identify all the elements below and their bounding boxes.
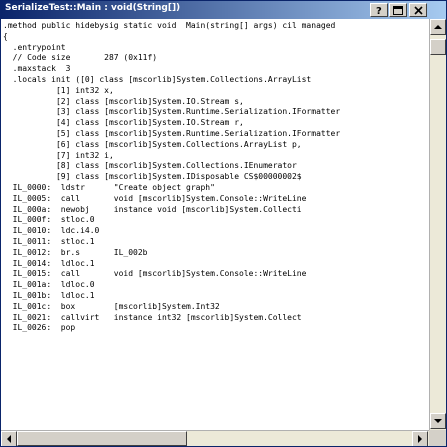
code-line: [3] class [mscorlib]System.Runtime.Seria… <box>3 107 341 117</box>
code-line: IL_001a: ldloc.0 <box>3 280 95 290</box>
code-line: IL_0000: ldstr "Create object graph" <box>3 182 215 192</box>
code-line: .entrypoint <box>3 42 66 52</box>
code-line: .maxstack 3 <box>3 64 71 74</box>
scroll-right-button[interactable] <box>412 431 428 446</box>
arrow-down-icon <box>434 419 442 423</box>
help-icon: ? <box>376 6 382 15</box>
title-bar[interactable]: SerializeTest::Main : void(String[]) ? <box>1 1 446 19</box>
scrollbar-corner <box>429 430 446 446</box>
code-line: [4] class [mscorlib]System.IO.Stream r, <box>3 118 244 128</box>
il-viewer-window: SerializeTest::Main : void(String[]) ? .… <box>0 0 447 447</box>
vertical-scroll-thumb[interactable] <box>430 39 446 55</box>
code-line: IL_0014: ldloc.1 <box>3 258 95 268</box>
scroll-left-button[interactable] <box>1 431 17 446</box>
il-code-listing: .method public hidebysig static void Mai… <box>3 21 340 334</box>
code-line: IL_0010: ldc.i4.0 <box>3 226 100 236</box>
vertical-scrollbar[interactable] <box>429 19 446 430</box>
arrow-right-icon <box>418 435 422 443</box>
code-line: IL_000f: stloc.0 <box>3 215 95 225</box>
code-line: IL_000a: newobj instance void [mscorlib]… <box>3 204 302 214</box>
code-line: [5] class [mscorlib]System.Runtime.Seria… <box>3 128 341 138</box>
code-line: [8] class [mscorlib]System.Collections.I… <box>3 161 297 171</box>
code-line: [1] int32 x, <box>3 85 114 95</box>
svg-text:?: ? <box>376 6 382 15</box>
scroll-up-button[interactable] <box>430 19 446 35</box>
arrow-up-icon <box>434 25 442 29</box>
code-line: [2] class [mscorlib]System.IO.Stream s, <box>3 96 244 106</box>
window-title: SerializeTest::Main : void(String[]) <box>5 3 181 13</box>
code-line: IL_0015: call void [mscorlib]System.Cons… <box>3 269 307 279</box>
scroll-down-button[interactable] <box>430 413 446 429</box>
close-button[interactable] <box>409 3 427 17</box>
horizontal-scroll-thumb[interactable] <box>17 431 187 446</box>
code-line: // Code size 287 (0x11f) <box>3 53 158 63</box>
code-line: IL_0021: callvirt instance int32 [mscorl… <box>3 312 302 322</box>
help-button[interactable]: ? <box>370 3 388 17</box>
code-line: [9] class [mscorlib]System.IDisposable C… <box>3 172 302 182</box>
code-line: IL_001c: box [mscorlib]System.Int32 <box>3 301 220 311</box>
code-line: IL_001b: ldloc.1 <box>3 290 95 300</box>
il-code-view[interactable]: .method public hidebysig static void Mai… <box>1 19 429 430</box>
code-line: { <box>3 31 8 41</box>
horizontal-scrollbar[interactable] <box>1 430 429 446</box>
code-line: .locals init ([0] class [mscorlib]System… <box>3 74 312 84</box>
code-line: IL_0026: pop <box>3 323 76 333</box>
code-line: IL_0005: call void [mscorlib]System.Cons… <box>3 193 307 203</box>
maximize-button[interactable] <box>389 3 407 17</box>
arrow-left-icon <box>7 435 11 443</box>
close-icon <box>413 5 423 15</box>
code-line: [6] class [mscorlib]System.Collections.A… <box>3 139 302 149</box>
code-line: .method public hidebysig static void Mai… <box>3 21 336 30</box>
maximize-icon <box>393 5 403 15</box>
code-line: IL_0012: br.s IL_002b <box>3 247 148 257</box>
code-line: IL_0011: stloc.1 <box>3 236 95 246</box>
code-line: [7] int32 i, <box>3 150 114 160</box>
